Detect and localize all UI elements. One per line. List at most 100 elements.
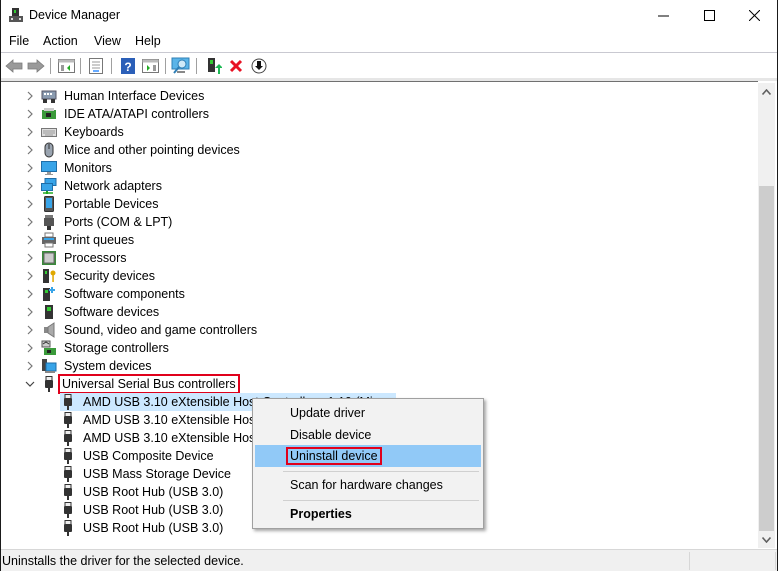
scan-hardware-button[interactable]: [171, 56, 191, 76]
chevron-right-icon[interactable]: [25, 235, 35, 245]
security-device-icon: [43, 269, 56, 283]
toolbar-separator: [111, 58, 112, 74]
menu-item-uninstall-device[interactable]: Uninstall device: [255, 445, 481, 467]
chevron-right-icon[interactable]: [25, 253, 35, 263]
tree-category[interactable]: Portable Devices: [25, 195, 161, 213]
menu-item-update-driver[interactable]: Update driver: [255, 402, 481, 424]
mouse-icon: [44, 142, 54, 158]
usb-device-item[interactable]: USB Composite Device: [60, 447, 216, 465]
chevron-right-icon[interactable]: [25, 127, 35, 137]
category-label: Security devices: [64, 269, 156, 283]
toolbar-separator: [165, 58, 166, 74]
usb-plug-icon: [64, 484, 72, 500]
chevron-down-icon[interactable]: [25, 379, 35, 389]
tree-category[interactable]: Keyboards: [25, 123, 126, 141]
category-label: Mice and other pointing devices: [64, 143, 240, 157]
usb-device-item[interactable]: USB Mass Storage Device: [60, 465, 233, 483]
maximize-icon: [704, 10, 715, 21]
usb-device-item[interactable]: USB Root Hub (USB 3.0): [60, 483, 225, 501]
tree-category[interactable]: Human Interface Devices: [25, 87, 206, 105]
tree-category[interactable]: Processors: [25, 249, 129, 267]
tree-category[interactable]: Universal Serial Bus controllers: [25, 374, 240, 394]
category-label: Human Interface Devices: [64, 89, 205, 103]
show-hide-console-tree-button[interactable]: [56, 56, 76, 76]
chevron-right-icon[interactable]: [25, 145, 35, 155]
properties-button[interactable]: [86, 56, 106, 76]
close-button[interactable]: [732, 0, 777, 31]
menu-item-disable-device[interactable]: Disable device: [255, 424, 481, 446]
update-driver-icon: [208, 58, 222, 74]
scan-hardware-icon: [171, 57, 190, 74]
category-label: Ports (COM & LPT): [64, 215, 173, 229]
portable-device-icon: [44, 196, 54, 212]
tree-category[interactable]: Print queues: [25, 231, 136, 249]
tree-category[interactable]: System devices: [25, 357, 154, 375]
back-button[interactable]: [4, 56, 24, 76]
menu-separator: [283, 471, 479, 472]
update-driver-button[interactable]: [204, 56, 224, 76]
menu-help[interactable]: Help: [133, 34, 163, 48]
tree-category[interactable]: IDE ATA/ATAPI controllers: [25, 105, 211, 123]
menu-view[interactable]: View: [92, 34, 123, 48]
scroll-down-button[interactable]: [758, 531, 775, 548]
menu-item-label: Properties: [290, 507, 352, 521]
vertical-scrollbar[interactable]: [758, 83, 775, 548]
chevron-right-icon[interactable]: [25, 199, 35, 209]
minimize-button[interactable]: [641, 0, 686, 31]
device-label: USB Root Hub (USB 3.0): [83, 485, 224, 499]
tree-category[interactable]: Ports (COM & LPT): [25, 213, 174, 231]
forward-button[interactable]: [26, 56, 46, 76]
chevron-right-icon[interactable]: [25, 325, 35, 335]
tree-category[interactable]: Monitors: [25, 159, 114, 177]
uninstall-device-button[interactable]: [226, 56, 246, 76]
minimize-icon: [658, 15, 669, 17]
usb-device-item[interactable]: USB Root Hub (USB 3.0): [60, 519, 225, 537]
chevron-right-icon[interactable]: [25, 217, 35, 227]
chevron-right-icon[interactable]: [25, 343, 35, 353]
chevron-right-icon[interactable]: [25, 361, 35, 371]
chevron-right-icon[interactable]: [25, 307, 35, 317]
device-label: USB Mass Storage Device: [83, 467, 231, 481]
usb-plug-icon: [64, 394, 72, 410]
speaker-icon: [44, 322, 55, 338]
menu-item-properties[interactable]: Properties: [255, 503, 481, 525]
tree-category[interactable]: Security devices: [25, 267, 157, 285]
tree-category[interactable]: Software devices: [25, 303, 161, 321]
usb-plug-icon: [64, 412, 72, 428]
chevron-right-icon[interactable]: [25, 289, 35, 299]
chevron-right-icon[interactable]: [25, 271, 35, 281]
scroll-up-button[interactable]: [758, 83, 775, 100]
tree-category[interactable]: Sound, video and game controllers: [25, 321, 259, 339]
show-action-pane-button[interactable]: [140, 56, 160, 76]
tree-category[interactable]: Storage controllers: [25, 339, 171, 357]
disable-device-button[interactable]: [249, 56, 269, 76]
help-button[interactable]: ?: [118, 56, 138, 76]
scrollbar-thumb[interactable]: [759, 186, 774, 531]
menu-action[interactable]: Action: [41, 34, 80, 48]
chevron-right-icon[interactable]: [25, 91, 35, 101]
chevron-right-icon[interactable]: [25, 181, 35, 191]
properties-icon: [89, 58, 103, 74]
uninstall-device-icon: [229, 59, 243, 73]
usb-device-item[interactable]: USB Root Hub (USB 3.0): [60, 501, 225, 519]
toolbar: ?: [1, 54, 777, 78]
maximize-button[interactable]: [687, 0, 732, 31]
category-label: Network adapters: [64, 179, 162, 193]
ide-controller-icon: [42, 108, 56, 119]
status-divider: [689, 552, 690, 570]
tree-category[interactable]: Software components: [25, 285, 187, 303]
menu-item-label: Scan for hardware changes: [290, 478, 443, 492]
menu-item-scan-hardware-changes[interactable]: Scan for hardware changes: [255, 474, 481, 496]
usb-plug-icon: [64, 448, 72, 464]
menu-file[interactable]: File: [7, 34, 31, 48]
category-label: Software devices: [64, 305, 160, 319]
svg-text:?: ?: [124, 60, 131, 74]
menu-bar: File Action View Help: [1, 31, 777, 53]
chevron-right-icon[interactable]: [25, 109, 35, 119]
tree-category[interactable]: Mice and other pointing devices: [25, 141, 242, 159]
device-label: USB Root Hub (USB 3.0): [83, 521, 224, 535]
category-label: Universal Serial Bus controllers: [58, 374, 240, 394]
tree-category[interactable]: Network adapters: [25, 177, 164, 195]
menu-item-label: Update driver: [290, 406, 366, 420]
chevron-right-icon[interactable]: [25, 163, 35, 173]
